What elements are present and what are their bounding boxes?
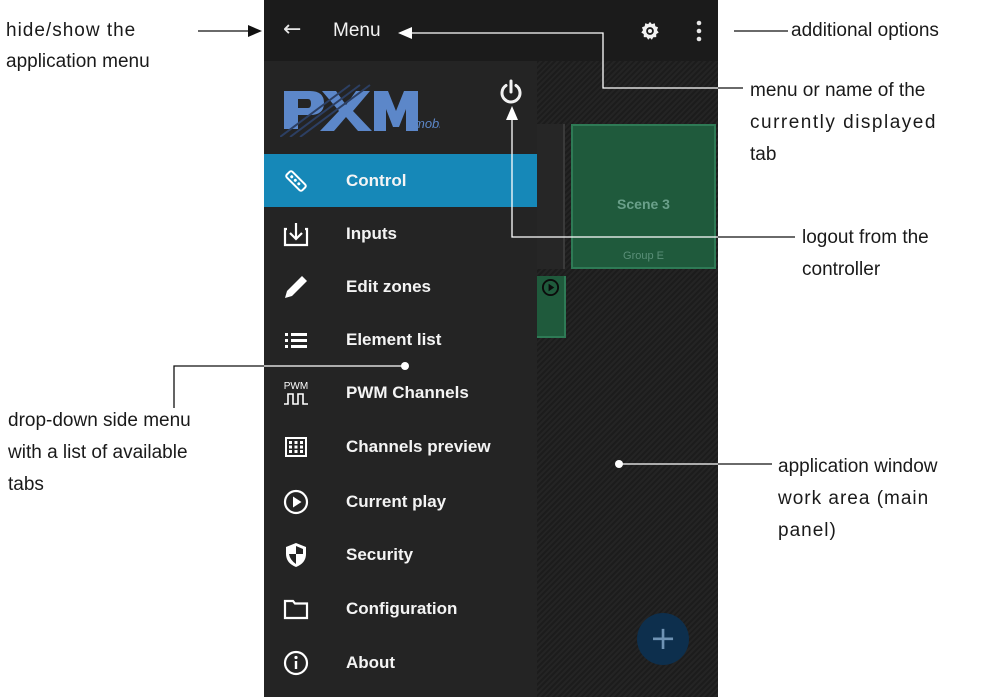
sidebar-item-about[interactable]: About <box>264 636 537 689</box>
svg-text:mobile: mobile <box>414 116 440 131</box>
annotation-logout-line2: controller <box>802 259 881 280</box>
page-title: Menu <box>333 20 381 41</box>
sidebar-item-inputs[interactable]: Inputs <box>264 207 537 260</box>
shield-icon <box>286 543 306 567</box>
more-vertical-icon[interactable] <box>693 18 705 44</box>
annotation-work-area-line3: panel) <box>778 520 837 541</box>
scene-tile-title: Scene 3 <box>617 196 670 212</box>
info-icon <box>283 650 309 676</box>
annotation-menu-name-line2: currently displayed <box>750 112 937 133</box>
sidebar-item-label: Element list <box>346 330 442 349</box>
sidebar-item-edit-zones[interactable]: Edit zones <box>264 260 537 313</box>
sidebar-item-label: Current play <box>346 492 447 511</box>
gear-icon[interactable] <box>639 20 661 42</box>
pencil-icon <box>285 276 307 298</box>
sidebar-item-label: PWM Channels <box>346 383 469 402</box>
scene-tile-small[interactable] <box>537 276 566 338</box>
connector-additional-options <box>720 25 788 37</box>
sidebar-item-label: Channels preview <box>346 437 491 456</box>
annotation-hide-show-line1: hide/show the <box>6 20 137 41</box>
pxm-mobile-logo: mobile <box>280 84 440 137</box>
annotation-dropdown-line2: with a list of available <box>8 442 188 463</box>
annotation-logout-line1: logout from the <box>802 227 929 248</box>
sidebar-item-element-list[interactable]: Element list <box>264 313 537 366</box>
annotation-work-area-line1: application window <box>778 456 938 477</box>
sidebar-item-channels-preview[interactable]: Channels preview <box>264 420 537 473</box>
annotation-menu-name-line1: menu or name of the <box>750 80 926 101</box>
sidebar-item-label: Edit zones <box>346 277 432 296</box>
annotation-menu-name-line3: tab <box>750 144 777 165</box>
remote-control-icon <box>285 170 307 192</box>
scene-tile-group: Group E <box>623 250 664 262</box>
back-arrow-icon[interactable]: ← <box>283 17 305 43</box>
sidebar-item-label: Configuration <box>346 599 458 618</box>
pwm-signal-icon: PWM <box>284 381 308 405</box>
play-circle-icon <box>283 489 309 515</box>
scene-tile[interactable]: Scene 3 Group E <box>571 124 716 269</box>
sidebar-item-control[interactable]: Control <box>264 154 537 207</box>
sidebar-item-pwm-channels[interactable]: PWM PWM Channels <box>264 366 537 419</box>
sidebar-item-current-play[interactable]: Current play <box>264 475 537 528</box>
sidebar-item-label: Inputs <box>346 224 397 243</box>
plus-icon: + <box>649 619 677 657</box>
sidebar-item-label: About <box>346 653 396 672</box>
scene-tile-partial[interactable] <box>537 124 565 269</box>
svg-text:PWM: PWM <box>284 381 308 392</box>
play-icon <box>541 278 560 297</box>
power-icon[interactable] <box>497 78 525 106</box>
sidebar-item-security[interactable]: Security <box>264 528 537 581</box>
sidebar-item-configuration[interactable]: Configuration <box>264 582 537 635</box>
grid-preview-icon <box>285 437 307 457</box>
annotation-additional-options: additional options <box>791 20 939 41</box>
annotation-dropdown-line1: drop-down side menu <box>8 410 191 431</box>
annotation-hide-show-line2: application menu <box>6 51 150 72</box>
sidebar-item-label: Control <box>346 171 407 190</box>
annotation-dropdown-line3: tabs <box>8 474 44 495</box>
folder-icon <box>283 599 309 620</box>
annotation-work-area-line2: work area (main <box>778 488 930 509</box>
sidebar-item-label: Security <box>346 545 414 564</box>
list-icon <box>285 333 307 348</box>
add-fab-button[interactable]: + <box>637 613 689 665</box>
connector-hide-show <box>198 25 262 37</box>
input-download-icon <box>283 223 309 247</box>
